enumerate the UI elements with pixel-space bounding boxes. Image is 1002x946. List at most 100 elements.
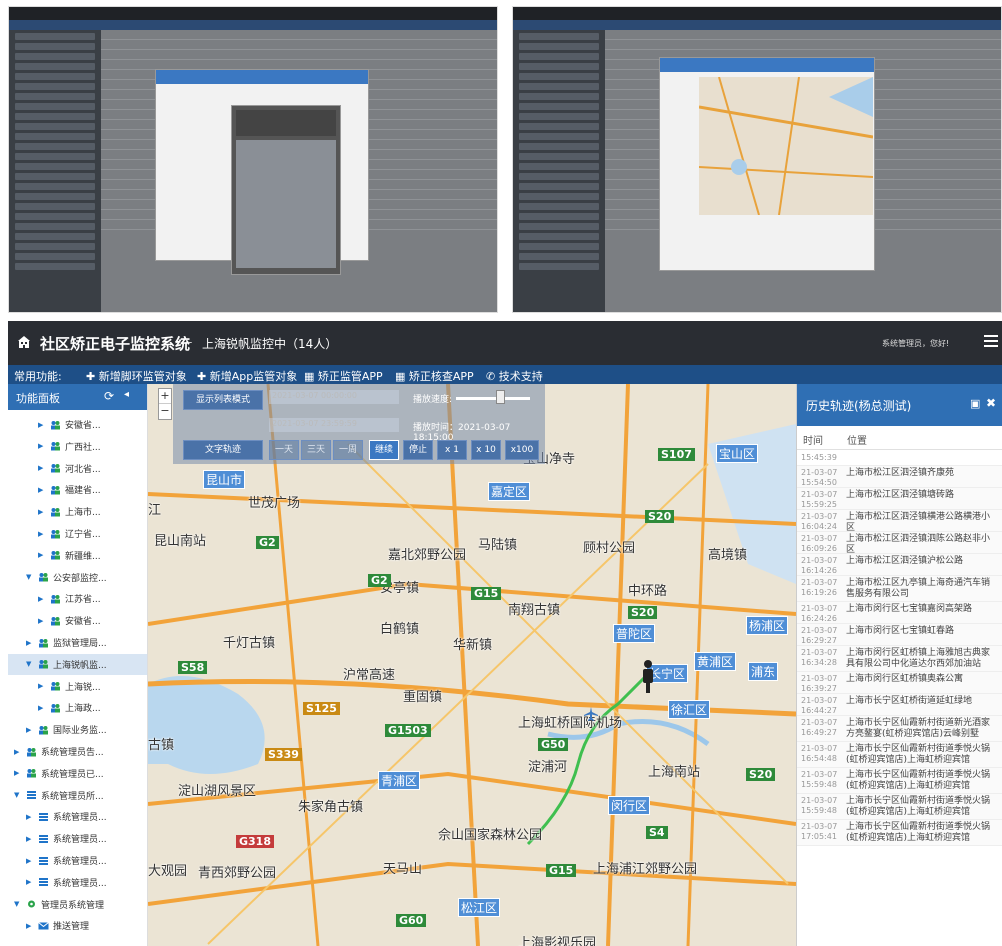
tree-node[interactable]: ▶ 辽宁省... — [8, 523, 147, 544]
expanded-arrow-icon[interactable]: ▼ — [14, 900, 26, 908]
history-row[interactable]: 21-03-07 16:54:48 上海市长宁区仙霞新村街道季悦火锅(虹桥迎宾馆店)… — [797, 742, 1002, 768]
tree-node[interactable]: ▶ 系统管理员... — [8, 850, 147, 871]
collapsed-arrow-icon[interactable]: ▶ — [38, 421, 50, 429]
menu-tech-support[interactable]: ✆ 技术支持 — [486, 368, 543, 384]
tree-node[interactable]: ▶ 系统管理员告... — [8, 741, 147, 762]
collapsed-arrow-icon[interactable]: ▶ — [26, 639, 38, 647]
menu-add-anklet-target[interactable]: ✚ 新增脚环监管对象 — [86, 368, 187, 384]
expanded-arrow-icon[interactable]: ▼ — [14, 791, 26, 799]
tree-node[interactable]: ▶ 系统管理员已... — [8, 763, 147, 784]
history-row[interactable]: 21-03-07 17:05:41 上海市长宁区仙霞新村街道季悦火锅(虹桥迎宾馆店)… — [797, 820, 1002, 846]
highway-badge: S125 — [303, 702, 340, 715]
hamburger-menu-icon[interactable] — [984, 335, 998, 347]
collapsed-arrow-icon[interactable]: ▶ — [26, 835, 38, 843]
continue-button[interactable]: 继续 — [369, 440, 399, 460]
history-row-location: 上海市闵行区虹桥镇上海雅旭古典家具有限公司中化道达尔西郊加油站 — [846, 648, 991, 669]
user-greeting[interactable]: 系统管理员，您好! — [882, 338, 949, 349]
range-one-day-button[interactable]: 一天 — [269, 440, 299, 460]
tree-node[interactable]: ▶ 监狱管理局... — [8, 632, 147, 653]
expanded-arrow-icon[interactable]: ▼ — [26, 660, 38, 668]
menu-add-app-target[interactable]: ✚ 新增App监管对象 — [197, 368, 297, 384]
collapsed-arrow-icon[interactable]: ▶ — [26, 813, 38, 821]
collapsed-arrow-icon[interactable]: ▶ — [38, 682, 50, 690]
collapsed-arrow-icon[interactable]: ▶ — [38, 595, 50, 603]
collapsed-arrow-icon[interactable]: ▶ — [26, 857, 38, 865]
collapsed-arrow-icon[interactable]: ▶ — [38, 704, 50, 712]
range-one-week-button[interactable]: 一周 — [333, 440, 363, 460]
row-date: 21-03-07 — [801, 674, 838, 683]
tree-node[interactable]: ▶ 河北省... — [8, 458, 147, 479]
tree-node[interactable]: ▶ 安徽省... — [8, 610, 147, 631]
tree-node[interactable]: ▶ 新疆维... — [8, 545, 147, 566]
speed-x100-button[interactable]: x100 — [505, 440, 539, 460]
collapsed-arrow-icon[interactable]: ▶ — [14, 748, 26, 756]
group-icon — [38, 572, 49, 582]
menu-correction-check-app[interactable]: ▦ 矫正核查APP — [395, 368, 474, 384]
tree-node[interactable]: ▼ 管理员系统管理 — [8, 894, 147, 915]
highway-badge: S20 — [645, 510, 675, 523]
menu-correction-supervision-app[interactable]: ▦ 矫正监管APP — [304, 368, 383, 384]
history-row[interactable]: 21-03-07 16:09:26 上海市松江区泗泾镇泗陈公路赵非小区 — [797, 532, 1002, 555]
end-date-input[interactable]: 2021-03-07 23:59:59 — [269, 418, 399, 432]
history-row[interactable]: 21-03-07 16:19:26 上海市松江区九亭镇上海奇通汽车销售服务有限公司 — [797, 576, 1002, 602]
tree-node[interactable]: ▼ 公安部监控... — [8, 567, 147, 588]
close-icon[interactable]: ✖ — [986, 396, 996, 410]
range-three-day-button[interactable]: 三天 — [301, 440, 331, 460]
tree-node[interactable]: ▶ 国际业务监... — [8, 719, 147, 740]
history-row[interactable]: 21-03-07 15:54:50 上海市松江区泗泾镇齐康苑 — [797, 466, 1002, 488]
collapsed-arrow-icon[interactable]: ▶ — [38, 442, 50, 450]
history-row[interactable]: 21-03-07 16:29:27 上海市闵行区七宝镇虹春路 — [797, 624, 1002, 646]
history-row[interactable]: 21-03-07 16:34:28 上海市闵行区虹桥镇上海雅旭古典家具有限公司中化道… — [797, 646, 1002, 672]
collapsed-arrow-icon[interactable]: ▶ — [26, 878, 38, 886]
collapsed-arrow-icon[interactable]: ▶ — [38, 530, 50, 538]
tree-node[interactable]: ▶ 上海市... — [8, 501, 147, 522]
tree-node[interactable]: ▼ 系统管理员所... — [8, 785, 147, 806]
person-marker-icon[interactable] — [641, 659, 655, 695]
tree-node[interactable]: ▶ 系统管理员... — [8, 806, 147, 827]
start-date-input[interactable]: 2021-03-07 00:00:00 — [269, 390, 399, 404]
tree-node[interactable]: ▼ 上海锐帆监... — [8, 653, 147, 675]
tree-node[interactable]: ▶ 福建省... — [8, 479, 147, 500]
text-track-button[interactable]: 文字轨迹 — [183, 440, 263, 460]
speed-slider-track[interactable] — [456, 397, 530, 400]
history-row[interactable]: 21-03-07 16:39:27 上海市闵行区虹桥镇奥森公寓 — [797, 672, 1002, 694]
collapsed-arrow-icon[interactable]: ▶ — [38, 617, 50, 625]
tree-node[interactable]: ▶ 上海政... — [8, 697, 147, 718]
collapsed-arrow-icon[interactable]: ▶ — [14, 769, 26, 777]
tree-node[interactable]: ▶ 广西社... — [8, 436, 147, 457]
refresh-icon[interactable]: ⟳ — [104, 389, 114, 403]
speed-x10-button[interactable]: x 10 — [471, 440, 501, 460]
list-mode-button[interactable]: 显示列表模式 — [183, 390, 263, 410]
history-row[interactable]: 21-03-07 16:24:26 上海市闵行区七宝镇嘉闵高架路 — [797, 602, 1002, 624]
zoom-in-button[interactable]: + — [159, 389, 171, 404]
speed-x1-button[interactable]: x 1 — [437, 440, 467, 460]
highway-badge: G1503 — [385, 724, 431, 737]
tree-node[interactable]: ▶ 系统管理员... — [8, 828, 147, 849]
tree-node[interactable]: ▶ 江苏省... — [8, 588, 147, 609]
tree-node[interactable]: ▶ 上海锐... — [8, 676, 147, 697]
save-icon[interactable]: ▣ — [970, 397, 980, 410]
expanded-arrow-icon[interactable]: ▼ — [26, 573, 38, 581]
collapsed-arrow-icon[interactable]: ▶ — [26, 726, 38, 734]
collapsed-arrow-icon[interactable]: ▶ — [38, 551, 50, 559]
history-row[interactable]: 21-03-07 16:44:27 上海市长宁区虹桥街道延虹绿地 — [797, 694, 1002, 716]
history-row[interactable]: 21-03-07 16:04:24 上海市松江区泗泾镇横港公路横港小区 — [797, 510, 1002, 533]
tree-node[interactable]: ▶ 安徽省... — [8, 414, 147, 435]
history-row[interactable]: 21-03-07 16:14:26 上海市松江区泗泾镇沪松公路 — [797, 554, 1002, 576]
collapsed-arrow-icon[interactable]: ▶ — [38, 486, 50, 494]
stop-button[interactable]: 停止 — [403, 440, 433, 460]
history-row[interactable]: 21-03-07 15:59:25 上海市松江区泗泾镇塘砖路 — [797, 488, 1002, 510]
history-row[interactable]: 21-03-07 15:59:48 上海市长宁区仙霞新村街道季悦火锅(虹桥迎宾馆店)… — [797, 794, 1002, 820]
tree-node[interactable]: ▶ 推送管理 — [8, 915, 147, 936]
collapsed-arrow-icon[interactable]: ▶ — [38, 508, 50, 516]
collapsed-arrow-icon[interactable]: ▶ — [38, 464, 50, 472]
map-view[interactable]: 宝山区 宝山净寺 昆山市 世茂广场 嘉定区 昆山南站 嘉北郊野公园 马陆镇 顾村公园 高境镇 安亭镇… — [148, 384, 796, 946]
history-row[interactable]: 21-03-07 15:59:48 上海市长宁区仙霞新村街道季悦火锅(虹桥迎宾馆店)… — [797, 768, 1002, 794]
collapsed-arrow-icon[interactable]: ▶ — [26, 922, 38, 930]
speed-slider-handle[interactable] — [496, 390, 505, 404]
collapse-arrow-icon[interactable]: ◂ — [124, 389, 129, 400]
zoom-out-button[interactable]: − — [159, 404, 171, 419]
history-row[interactable]: 21-03-07 16:49:27 上海市长宁区仙霞新村街道新光酒家方亮鳌宴(虹桥迎… — [797, 716, 1002, 742]
tree-node[interactable]: ▶ 系统管理员... — [8, 872, 147, 893]
group-icon — [50, 616, 61, 626]
